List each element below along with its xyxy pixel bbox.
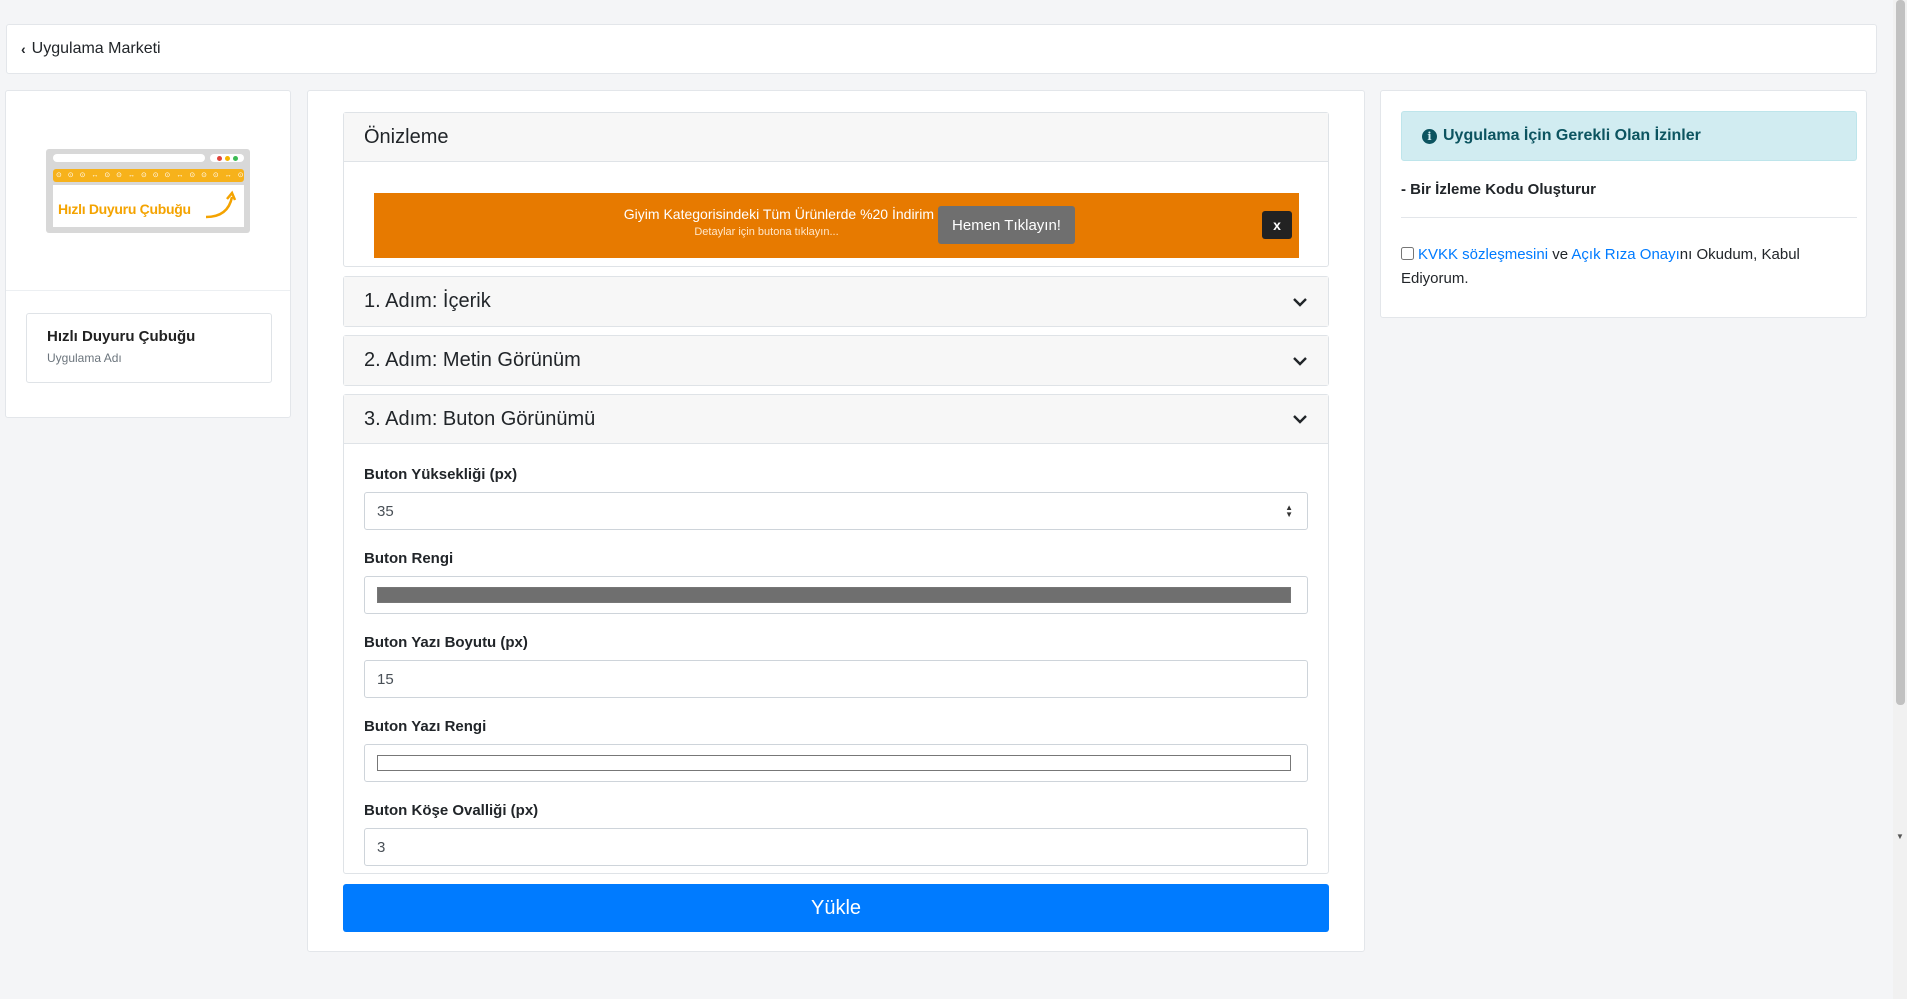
back-to-market-link[interactable]: ‹ Uygulama Marketi — [21, 40, 161, 58]
preview-header: Önizleme — [344, 113, 1328, 162]
preview-cta-button[interactable]: Hemen Tıklayın! — [938, 206, 1075, 244]
preview-title: Önizleme — [364, 125, 449, 148]
top-nav-bar: ‹ Uygulama Marketi — [6, 24, 1877, 74]
chevron-left-icon: ‹ — [21, 41, 26, 57]
button-height-input[interactable]: 35 ▲ ▼ — [364, 492, 1308, 530]
permission-item: - Bir İzleme Kodu Oluşturur — [1401, 181, 1597, 198]
info-icon: i — [1422, 128, 1437, 144]
app-info-card: ⊙ ⊙ ⊙ ↔ ⊙ ⊙ ↔ ⊙ ⊙ ⊙ ↔ ⊙ ⊙ ⊙ ↔ ⊙ ⊙ ⊙ ↔ ⊙ … — [5, 90, 291, 418]
app-name-box: Hızlı Duyuru Çubuğu Uygulama Adı — [26, 313, 272, 383]
button-font-size-input[interactable]: 15 — [364, 660, 1308, 698]
chevron-down-icon — [1293, 297, 1307, 307]
scroll-down-icon[interactable]: ▼ — [1896, 832, 1904, 841]
button-font-size-label: Buton Yazı Boyutu (px) — [364, 634, 528, 651]
button-text-color-label: Buton Yazı Rengi — [364, 718, 487, 735]
scrollbar-thumb[interactable] — [1896, 0, 1905, 705]
announcement-line2: Detaylar için butona tıklayın... — [694, 226, 839, 238]
thumbnail-brand-text: Hızlı Duyuru Çubuğu — [58, 201, 191, 217]
chevron-down-icon — [1293, 356, 1307, 366]
button-radius-label: Buton Köşe Ovalliği (px) — [364, 802, 539, 819]
button-settings-form: Buton Yüksekliği (px) 35 ▲ ▼ Buton Rengi … — [344, 444, 1328, 866]
app-settings-card: Önizleme Giyim Kategorisindeki Tüm Ürünl… — [307, 90, 1365, 952]
button-height-label: Buton Yüksekliği (px) — [364, 466, 518, 483]
button-color-input[interactable] — [364, 576, 1308, 614]
step-2-title: 2. Adım: Metin Görünüm — [364, 349, 581, 371]
step-3-panel: 3. Adım: Buton Görünümü Buton Yüksekliği… — [343, 394, 1329, 874]
step-1-header[interactable]: 1. Adım: İçerik — [344, 277, 1328, 326]
preview-close-button[interactable]: x — [1262, 211, 1292, 239]
step-3-title: 3. Adım: Buton Görünümü — [364, 407, 596, 430]
step-2-header[interactable]: 2. Adım: Metin Görünüm — [344, 336, 1328, 385]
page-scrollbar[interactable]: ▼ — [1893, 0, 1907, 999]
consent-checkbox[interactable] — [1401, 247, 1414, 260]
step-1-panel: 1. Adım: İçerik — [343, 276, 1329, 327]
step-2-panel: 2. Adım: Metin Görünüm — [343, 335, 1329, 386]
step-3-header[interactable]: 3. Adım: Buton Görünümü — [344, 395, 1328, 444]
consent-text: KVKK sözleşmesini ve Açık Rıza Onayını O… — [1401, 246, 1800, 287]
app-name-caption: Uygulama Adı — [47, 351, 122, 365]
upload-button[interactable]: Yükle — [343, 884, 1329, 932]
back-link-label: Uygulama Marketi — [31, 40, 161, 57]
preview-panel: Önizleme Giyim Kategorisindeki Tüm Ürünl… — [343, 112, 1329, 267]
button-text-color-input[interactable] — [364, 744, 1308, 782]
permissions-title: Uygulama İçin Gerekli Olan İzinler — [1443, 127, 1701, 144]
button-radius-input[interactable]: 3 — [364, 828, 1308, 866]
app-name: Hızlı Duyuru Çubuğu — [47, 328, 196, 345]
app-thumbnail: ⊙ ⊙ ⊙ ↔ ⊙ ⊙ ↔ ⊙ ⊙ ⊙ ↔ ⊙ ⊙ ⊙ ↔ ⊙ ⊙ ⊙ ↔ ⊙ … — [6, 91, 290, 291]
curved-arrow-icon — [205, 190, 237, 219]
permissions-card: i Uygulama İçin Gerekli Olan İzinler - B… — [1380, 90, 1867, 318]
number-spinner-icon[interactable]: ▲ ▼ — [1285, 504, 1293, 519]
explicit-consent-link[interactable]: Açık Rıza Onayı — [1571, 246, 1679, 263]
kvkk-link[interactable]: KVKK sözleşmesini — [1418, 246, 1548, 263]
divider — [1401, 217, 1857, 218]
chevron-down-icon — [1293, 415, 1307, 424]
button-color-label: Buton Rengi — [364, 550, 454, 567]
announcement-bar-preview: Giyim Kategorisindeki Tüm Ürünlerde %20 … — [374, 193, 1299, 258]
browser-mockup-image: ⊙ ⊙ ⊙ ↔ ⊙ ⊙ ↔ ⊙ ⊙ ⊙ ↔ ⊙ ⊙ ⊙ ↔ ⊙ ⊙ ⊙ ↔ ⊙ … — [46, 149, 250, 233]
permissions-alert: i Uygulama İçin Gerekli Olan İzinler — [1401, 111, 1857, 161]
button-color-swatch — [377, 587, 1291, 603]
step-1-title: 1. Adım: İçerik — [364, 290, 491, 312]
button-text-color-swatch — [377, 755, 1291, 771]
announcement-line1: Giyim Kategorisindeki Tüm Ürünlerde %20 … — [623, 206, 934, 222]
